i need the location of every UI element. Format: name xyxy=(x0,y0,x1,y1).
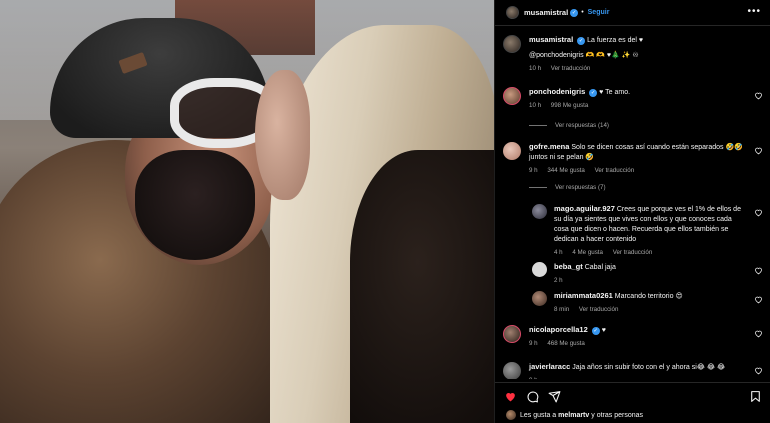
avatar[interactable] xyxy=(532,291,547,306)
avatar[interactable] xyxy=(532,262,547,277)
divider xyxy=(529,125,547,126)
heart-outline-icon[interactable] xyxy=(754,295,763,304)
comment-item: javierlaracc Jaja años sin subir foto co… xyxy=(503,362,763,379)
heart-outline-icon[interactable] xyxy=(754,366,763,375)
likes-prefix: Les gusta a xyxy=(520,411,557,419)
caption-author[interactable]: musamistral xyxy=(529,35,573,44)
comment-time: 9 h xyxy=(529,340,538,347)
post-photo[interactable] xyxy=(0,0,494,423)
photo-face-woman xyxy=(255,70,310,200)
comment-item: nicolaporcella12 ✓ ♥ 9 h 468 Me gusta xyxy=(503,325,763,353)
view-replies-label[interactable]: Ver respuestas (7) xyxy=(555,184,606,191)
likes-suffix[interactable]: y otras personas xyxy=(591,412,643,419)
caption-text: La fuerza es del ♥ xyxy=(587,37,644,44)
comment-likes[interactable]: 998 Me gusta xyxy=(551,102,589,109)
action-bar xyxy=(495,382,770,406)
comment-item: ponchodenigris ✓ ♥ Te amo. 10 h 998 Me g… xyxy=(503,87,763,117)
bookmark-icon[interactable] xyxy=(749,390,762,403)
divider xyxy=(529,187,547,188)
comment-item: gofre.mena Solo se dicen cosas así cuand… xyxy=(503,142,763,182)
avatar[interactable] xyxy=(506,6,519,19)
verified-icon: ✓ xyxy=(589,89,598,97)
avatar[interactable] xyxy=(503,325,521,343)
comment-text: ♥ Te amo. xyxy=(599,89,631,96)
comment-text: ♥ xyxy=(601,327,606,334)
comment-icon[interactable] xyxy=(526,390,539,403)
reply-text: Marcando territorio 😍 xyxy=(614,293,683,300)
likes-summary[interactable]: Les gusta a melmartv y otras personas xyxy=(506,410,643,420)
beanie-tag xyxy=(118,51,148,75)
reply-time: 4 h xyxy=(554,249,563,256)
view-replies-link[interactable]: Ver respuestas (7) xyxy=(529,184,606,191)
comment-likes[interactable]: 468 Me gusta xyxy=(547,340,585,347)
heart-outline-icon[interactable] xyxy=(754,208,763,217)
follow-button[interactable]: Seguir xyxy=(588,9,610,16)
reply-likes[interactable]: 4 Me gusta xyxy=(572,249,603,256)
see-translation-link[interactable]: Ver traducción xyxy=(613,249,653,256)
separator-dot: • xyxy=(581,9,584,16)
avatar[interactable] xyxy=(503,142,521,160)
post-header: musamistral ✓ • Seguir ••• xyxy=(495,0,770,26)
comment-author[interactable]: nicolaporcella12 xyxy=(529,325,588,334)
caption: musamistral ✓ La fuerza es del ♥ @poncho… xyxy=(503,35,763,87)
post-side-panel: musamistral ✓ • Seguir ••• musamistral ✓… xyxy=(494,0,770,423)
avatar[interactable] xyxy=(503,87,521,105)
reply-author[interactable]: mago.aguilar.927 xyxy=(554,204,615,213)
comments-list[interactable]: musamistral ✓ La fuerza es del ♥ @poncho… xyxy=(495,27,770,379)
view-replies-label[interactable]: Ver respuestas (14) xyxy=(555,122,609,129)
heart-filled-icon[interactable] xyxy=(504,390,517,403)
avatar[interactable] xyxy=(503,362,521,379)
comment-text: Jaja años sin subir foto con el y ahora … xyxy=(572,364,726,371)
caption-mentions: @ponchodenigris 🫶 🫶 ♥🎄 ✨ ♾ xyxy=(529,52,639,59)
reply-time: 2 h xyxy=(554,277,563,284)
heart-outline-icon[interactable] xyxy=(754,91,763,100)
comment-likes[interactable]: 344 Me gusta xyxy=(547,167,585,174)
comment-author[interactable]: ponchodenigris xyxy=(529,87,585,96)
reply-item: miriammata0261 Marcando territorio 😍 8 m… xyxy=(532,291,763,317)
reply-time: 8 min xyxy=(554,306,570,313)
comment-time: 10 h xyxy=(529,102,542,109)
photo-fur-coat xyxy=(350,150,494,423)
verified-icon: ✓ xyxy=(570,8,579,17)
reply-item: beba_gt Cabal jaja 2 h xyxy=(532,262,763,286)
reply-author[interactable]: beba_gt xyxy=(554,262,583,271)
photo-beard xyxy=(135,150,255,260)
avatar[interactable] xyxy=(532,204,547,219)
verified-icon: ✓ xyxy=(577,37,586,45)
see-translation-link[interactable]: Ver traducción xyxy=(551,65,591,72)
comment-author[interactable]: javierlaracc xyxy=(529,362,570,371)
post-author[interactable]: musamistral xyxy=(524,8,568,17)
likes-user[interactable]: melmartv xyxy=(558,412,589,419)
heart-outline-icon[interactable] xyxy=(754,266,763,275)
heart-outline-icon[interactable] xyxy=(754,146,763,155)
reply-author[interactable]: miriammata0261 xyxy=(554,291,613,300)
see-translation-link[interactable]: Ver traducción xyxy=(595,167,635,174)
verified-icon: ✓ xyxy=(591,327,600,335)
view-replies-link[interactable]: Ver respuestas (14) xyxy=(529,122,609,129)
reply-item: mago.aguilar.927 Crees que porque ves el… xyxy=(532,204,763,264)
more-horizontal-icon[interactable]: ••• xyxy=(747,6,761,17)
reply-text: Cabal jaja xyxy=(584,264,616,271)
comment-author[interactable]: gofre.mena xyxy=(529,142,569,151)
caption-time: 10 h xyxy=(529,65,542,72)
comment-time: 9 h xyxy=(529,167,538,174)
avatar[interactable] xyxy=(503,35,521,53)
see-translation-link[interactable]: Ver traducción xyxy=(579,306,619,313)
heart-outline-icon[interactable] xyxy=(754,329,763,338)
comment-time: 9 h xyxy=(529,377,538,379)
share-icon[interactable] xyxy=(548,390,561,403)
avatar xyxy=(506,410,516,420)
